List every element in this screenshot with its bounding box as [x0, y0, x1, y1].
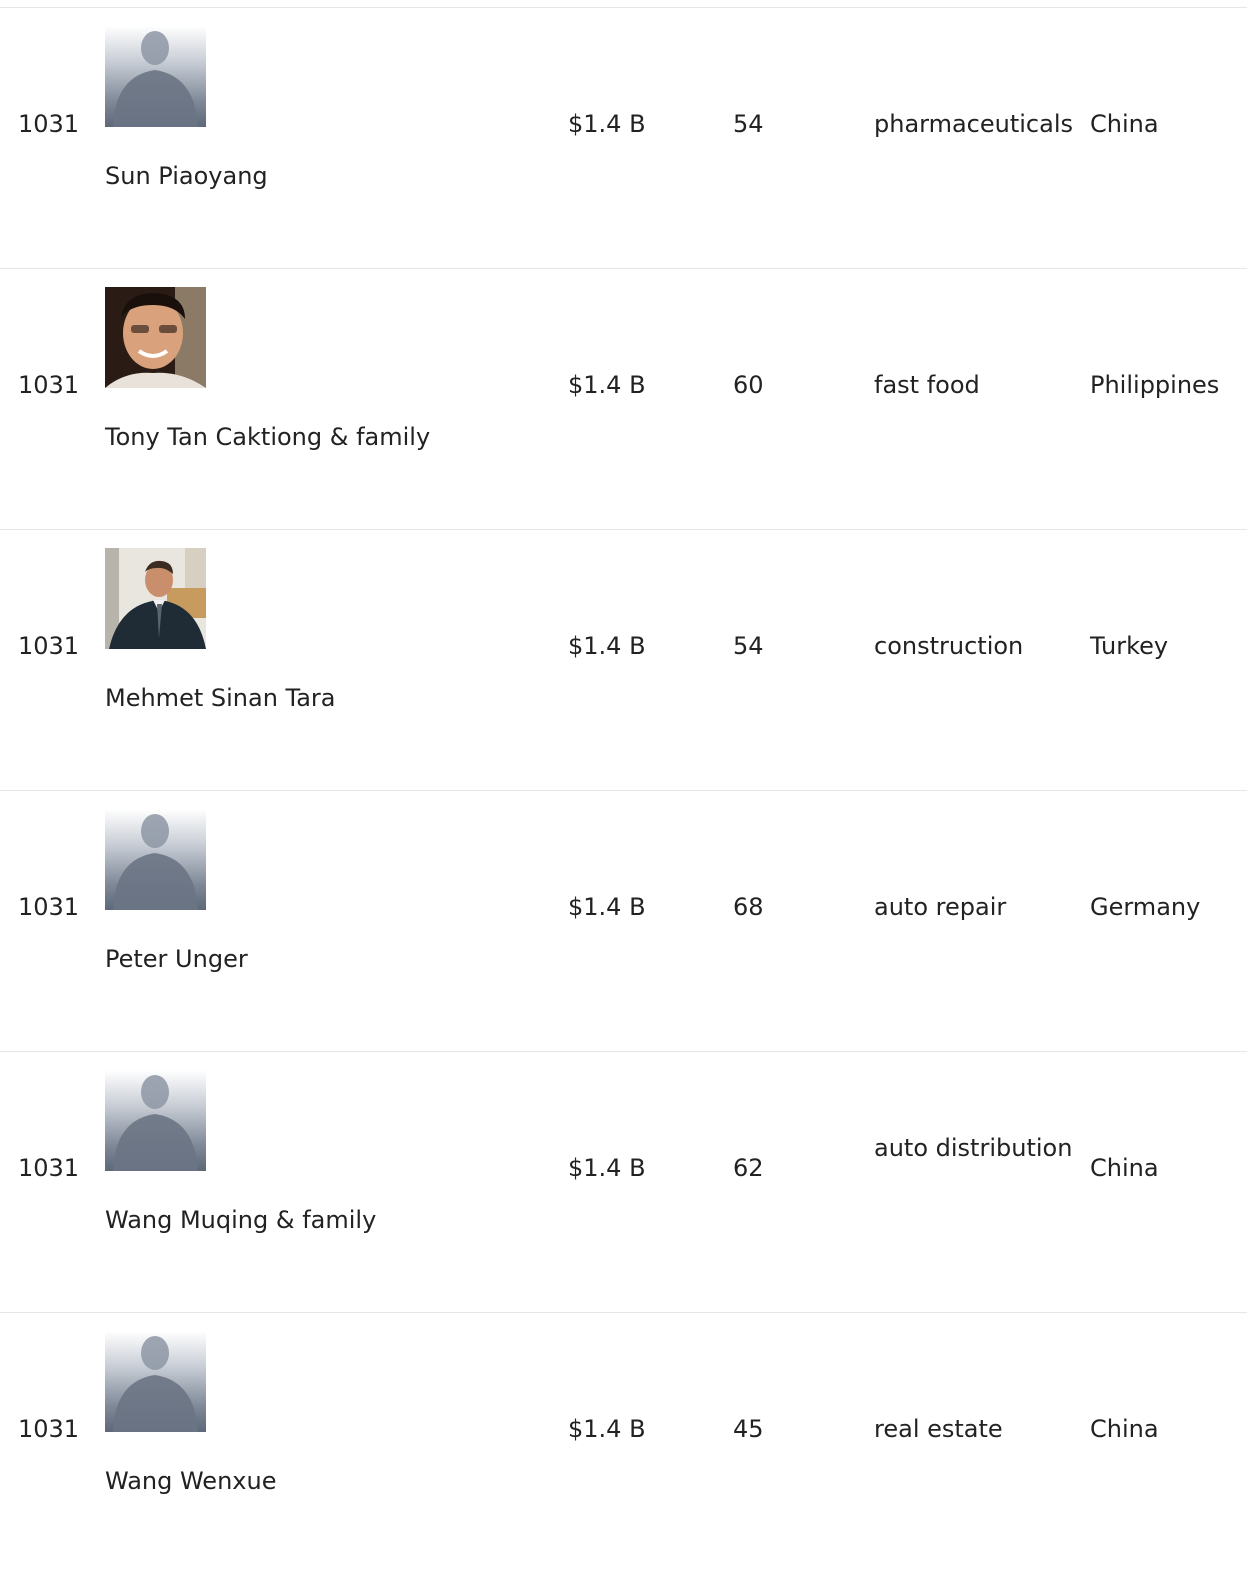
list-row[interactable]: 1031 Tony Tan Caktiong & family $1.4 B 6… — [0, 269, 1247, 530]
person-name[interactable]: Wang Muqing & family — [105, 1200, 376, 1241]
country: Germany — [1090, 893, 1201, 921]
person-name[interactable]: Mehmet Sinan Tara — [105, 678, 336, 719]
list-row[interactable]: 1031 Sun Piaoyang $1.4 B 54 pharmaceutic… — [0, 8, 1247, 269]
rank: 1031 — [18, 893, 80, 921]
age: 68 — [733, 893, 764, 921]
portrait-photo[interactable] — [105, 548, 206, 649]
industry: construction — [874, 632, 1024, 660]
net-worth: $1.4 B — [568, 632, 646, 660]
industry: auto distribution — [874, 1134, 1073, 1162]
age: 60 — [733, 371, 764, 399]
industry: auto repair — [874, 893, 1007, 921]
rank: 1031 — [18, 110, 80, 138]
placeholder-avatar-icon[interactable] — [105, 1331, 206, 1432]
age: 45 — [733, 1415, 764, 1443]
list-row[interactable]: 1031 Peter Unger $1.4 B 68 auto repair G… — [0, 791, 1247, 1052]
age: 54 — [733, 632, 764, 660]
net-worth: $1.4 B — [568, 1415, 646, 1443]
list-row[interactable]: 1031 Wang Wenxue $1.4 B 45 real estate C… — [0, 1313, 1247, 1573]
net-worth: $1.4 B — [568, 1154, 646, 1182]
placeholder-avatar-icon[interactable] — [105, 1070, 206, 1171]
list-row[interactable]: 1031 Wang Muqing & family $1.4 B 62 auto… — [0, 1052, 1247, 1313]
person-name[interactable]: Sun Piaoyang — [105, 156, 268, 197]
rank: 1031 — [18, 1154, 80, 1182]
net-worth: $1.4 B — [568, 893, 646, 921]
age: 62 — [733, 1154, 764, 1182]
rank: 1031 — [18, 1415, 80, 1443]
industry: real estate — [874, 1415, 1003, 1443]
age: 54 — [733, 110, 764, 138]
country: China — [1090, 1154, 1159, 1182]
country: China — [1090, 1415, 1159, 1443]
country: Philippines — [1090, 371, 1220, 399]
industry: fast food — [874, 371, 980, 399]
placeholder-avatar-icon[interactable] — [105, 26, 206, 127]
country: China — [1090, 110, 1159, 138]
placeholder-avatar-icon[interactable] — [105, 809, 206, 910]
industry: pharmaceuticals — [874, 110, 1074, 138]
person-name[interactable]: Peter Unger — [105, 939, 248, 980]
rank: 1031 — [18, 371, 80, 399]
net-worth: $1.4 B — [568, 110, 646, 138]
billionaires-list: 1031 Sun Piaoyang $1.4 B 54 pharmaceutic… — [0, 7, 1247, 1573]
list-row[interactable]: 1031 Mehmet Sinan Tara $1.4 B 54 constru… — [0, 530, 1247, 791]
portrait-photo[interactable] — [105, 287, 206, 388]
country: Turkey — [1090, 632, 1169, 660]
net-worth: $1.4 B — [568, 371, 646, 399]
person-name[interactable]: Wang Wenxue — [105, 1461, 276, 1502]
person-name[interactable]: Tony Tan Caktiong & family — [105, 417, 430, 458]
rank: 1031 — [18, 632, 80, 660]
